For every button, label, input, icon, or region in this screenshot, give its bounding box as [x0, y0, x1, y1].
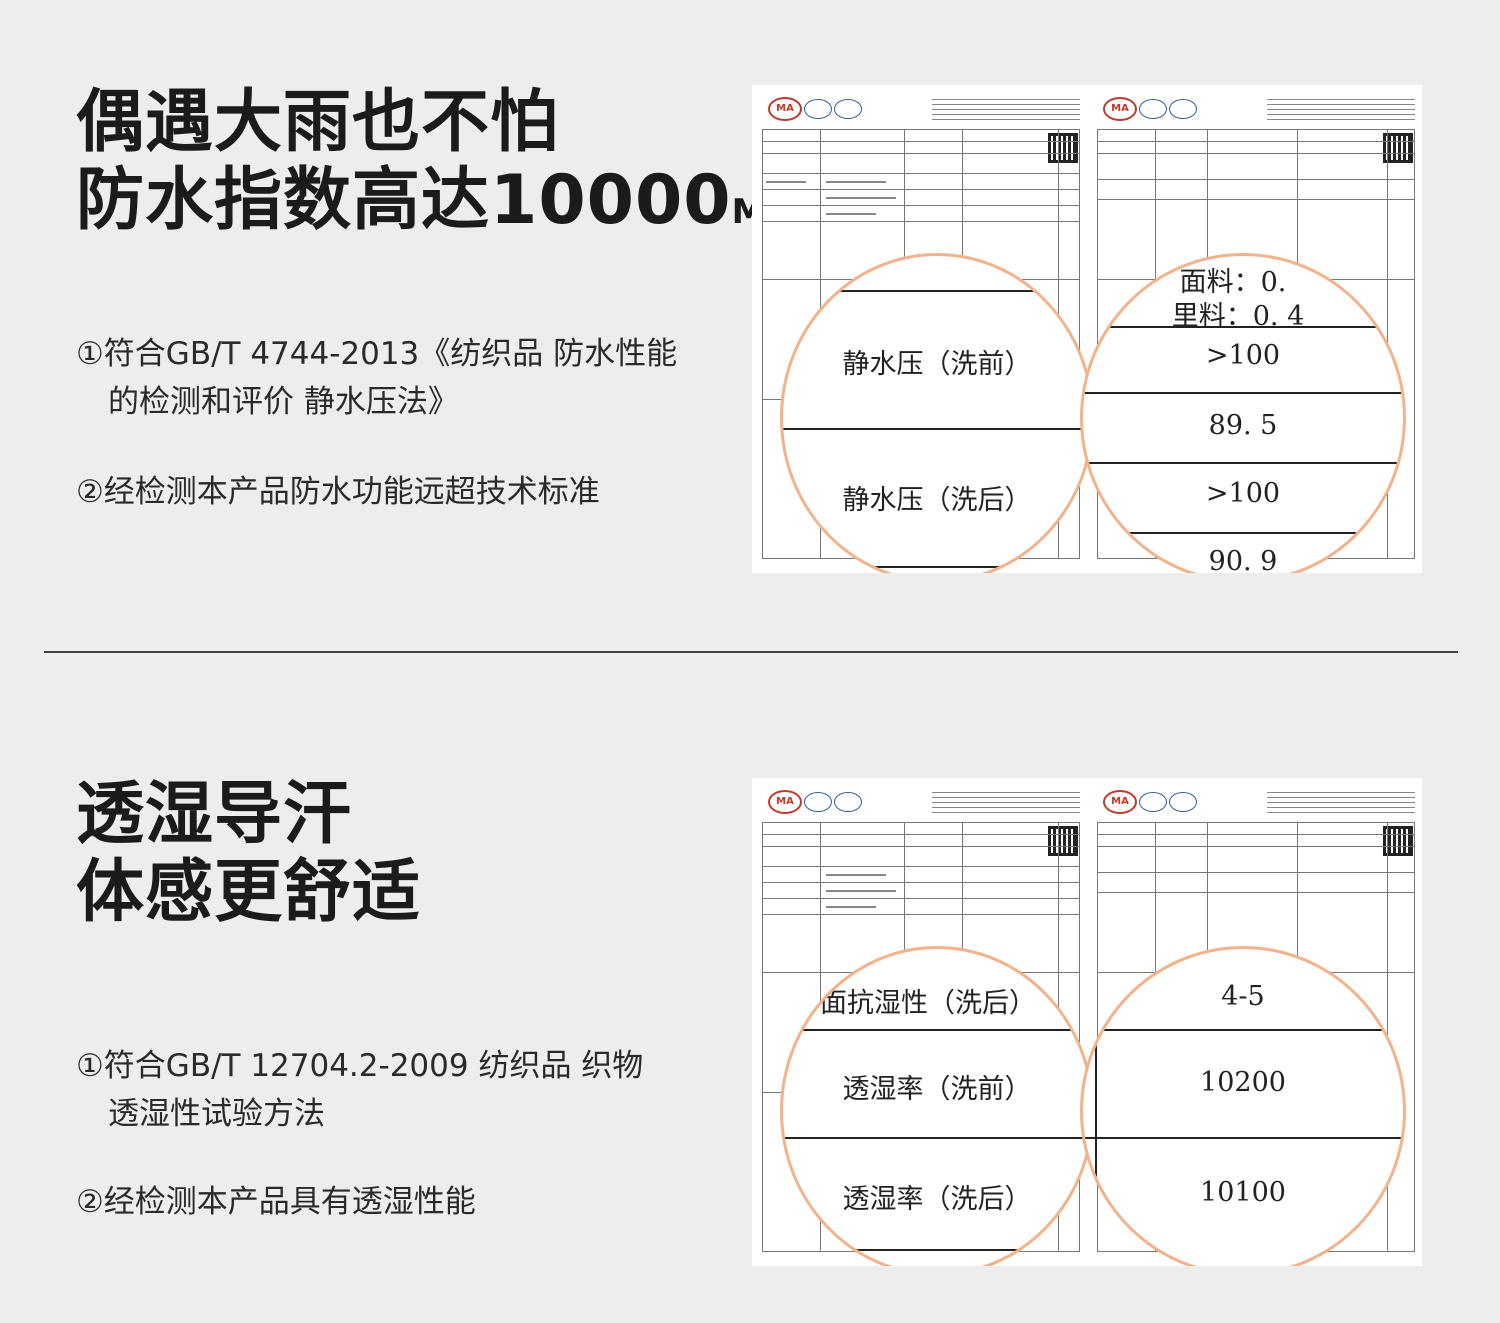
breathable-test-report: MA MA 面抗湿性（洗后） 透湿率（洗前） 透湿率（洗后） 4-5 10200… [752, 778, 1422, 1266]
waterproof-test-report: MA MA 静水压（洗前） 静水压（洗后） 面料：0. 里料：0. 4 >100… [752, 85, 1422, 573]
lens-value: >100 [1205, 340, 1281, 371]
breathable-title-line2: 体感更舒适 [76, 853, 422, 932]
waterproof-result-note: ②经检测本产品防水功能远超技术标准 [76, 474, 600, 510]
report-logos: MA [764, 95, 1080, 123]
lens-value: 4-5 [1221, 981, 1265, 1012]
breathable-title-line1: 透湿导汗 [76, 775, 353, 854]
breathable-standard-note: ①符合GB/T 12704.2-2009 纺织品 织物 透湿性试验方法 [76, 1042, 736, 1138]
waterproof-note1-line1: ①符合GB/T 4744-2013《纺织品 防水性能 [76, 336, 678, 372]
cnas-logo-icon [1169, 99, 1197, 119]
section-divider [44, 651, 1458, 653]
magnifier-right: 4-5 10200 10100 [1080, 946, 1406, 1266]
lens-value: 89. 5 [1208, 410, 1278, 441]
magnifier-left: 静水压（洗前） 静水压（洗后） [780, 253, 1094, 573]
org-header [932, 99, 1080, 121]
cma-logo-icon: MA [1103, 97, 1137, 121]
lens-row-label: 面抗湿性（洗后） [820, 988, 1036, 1019]
cma-logo-icon: MA [768, 97, 802, 121]
breathable-note1-line2: 透湿性试验方法 [108, 1096, 325, 1132]
magnifier-left: 面抗湿性（洗后） 透湿率（洗前） 透湿率（洗后） [780, 946, 1094, 1266]
lens-row-label: 透湿率（洗后） [842, 1184, 1032, 1215]
report-logos-right: MA [1099, 788, 1415, 816]
org-header [1267, 99, 1415, 121]
cnas-logo-icon [834, 792, 862, 812]
magnifier-right: 面料：0. 里料：0. 4 >100 89. 5 >100 90. 9 [1080, 253, 1406, 573]
ilac-logo-icon [804, 99, 832, 119]
cma-logo-icon: MA [768, 790, 802, 814]
lens-row-label: 静水压（洗前） [842, 349, 1032, 380]
lens-row-label: 透湿率（洗前） [842, 1074, 1032, 1105]
lens-value: 10100 [1200, 1177, 1286, 1208]
lens-row-label: 静水压（洗后） [842, 485, 1032, 516]
org-header [932, 792, 1080, 814]
lens-value: 90. 9 [1208, 546, 1278, 573]
cma-logo-icon: MA [1103, 790, 1137, 814]
breathable-note1-line1: ①符合GB/T 12704.2-2009 纺织品 织物 [76, 1048, 644, 1084]
breathable-title: 透湿导汗 体感更舒适 [76, 776, 421, 932]
org-header [1267, 792, 1415, 814]
breathable-result-note: ②经检测本产品具有透湿性能 [76, 1184, 476, 1220]
breathable-section: 透湿导汗 体感更舒适 ①符合GB/T 12704.2-2009 纺织品 织物 透… [0, 656, 1500, 1323]
waterproof-standard-note: ①符合GB/T 4744-2013《纺织品 防水性能 的检测和评价 静水压法》 [76, 330, 736, 426]
cnas-logo-icon [1169, 792, 1197, 812]
lens-value: >100 [1205, 478, 1281, 509]
ilac-logo-icon [1139, 792, 1167, 812]
waterproof-section: 偶遇大雨也不怕 防水指数高达10000MMH2O ①符合GB/T 4744-20… [0, 0, 1500, 650]
waterproof-title-value: 防水指数高达10000 [76, 161, 732, 240]
waterproof-note1-line2: 的检测和评价 静水压法》 [108, 384, 459, 420]
report-logos-right: MA [1099, 95, 1415, 123]
ilac-logo-icon [1139, 99, 1167, 119]
cnas-logo-icon [834, 99, 862, 119]
ilac-logo-icon [804, 792, 832, 812]
lens-value: 10200 [1200, 1067, 1286, 1098]
report-logos: MA [764, 788, 1080, 816]
